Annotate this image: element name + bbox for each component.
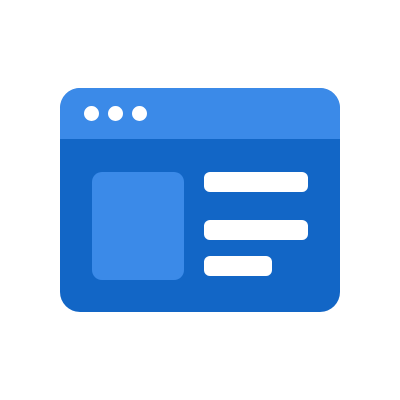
window-control-dot [108,106,123,121]
icon-canvas [0,0,400,400]
image-placeholder [92,172,184,280]
window-title-bar [60,88,340,139]
text-line-placeholder [204,220,308,240]
window-control-dot [132,106,147,121]
browser-window-icon [60,88,340,312]
window-control-dot [84,106,99,121]
text-line-placeholder [204,172,308,192]
text-line-placeholder [204,256,272,276]
